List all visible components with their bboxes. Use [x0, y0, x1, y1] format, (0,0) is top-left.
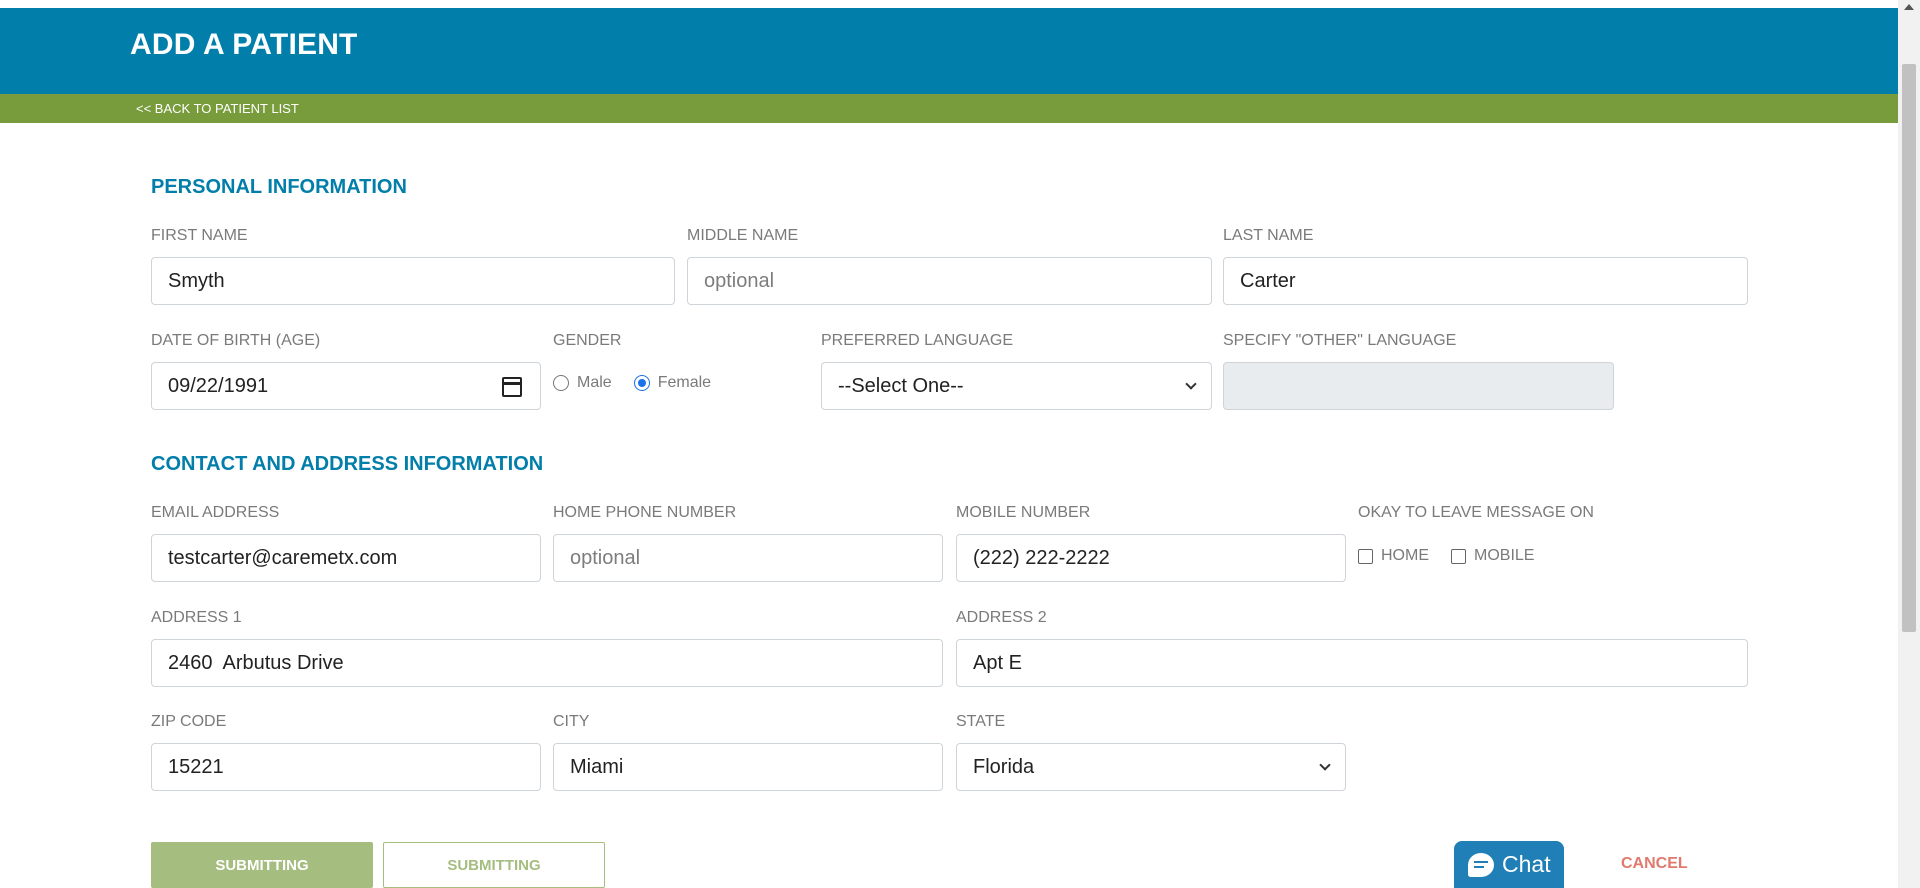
- scrollbar-thumb[interactable]: [1902, 64, 1916, 632]
- first-name-input[interactable]: Smyth: [151, 257, 675, 305]
- gender-radio-group: Male Female: [553, 374, 725, 392]
- leave-message-home-label[interactable]: HOME: [1381, 547, 1429, 565]
- city-label: CITY: [553, 713, 590, 730]
- address1-value: 2460 Arbutus Drive: [168, 651, 344, 674]
- address2-label: ADDRESS 2: [956, 609, 1047, 626]
- chevron-down-icon: [1319, 759, 1331, 771]
- leave-message-mobile-label[interactable]: MOBILE: [1474, 547, 1534, 565]
- contact-address-heading: CONTACT AND ADDRESS INFORMATION: [151, 453, 544, 475]
- email-input[interactable]: testcarter@caremetx.com: [151, 534, 541, 582]
- leave-message-home-checkbox[interactable]: [1358, 548, 1373, 564]
- calendar-icon[interactable]: [502, 377, 522, 397]
- other-language-label: SPECIFY "OTHER" LANGUAGE: [1223, 332, 1457, 349]
- chat-label: Chat: [1502, 851, 1551, 877]
- gender-female-radio[interactable]: [633, 375, 650, 391]
- top-gap: [0, 0, 1898, 8]
- submit-button[interactable]: SUBMITTING: [151, 842, 373, 888]
- sub-navigation-bar: << BACK TO PATIENT LIST: [0, 94, 1898, 123]
- preferred-language-value: --Select One--: [838, 374, 964, 397]
- middle-name-label: MIDDLE NAME: [687, 227, 799, 244]
- leave-message-options: HOME MOBILE: [1358, 547, 1548, 565]
- address2-value: Apt E: [973, 651, 1022, 674]
- personal-information-heading: PERSONAL INFORMATION: [151, 176, 407, 198]
- gender-label: GENDER: [553, 332, 622, 349]
- last-name-input[interactable]: Carter: [1223, 257, 1748, 305]
- gender-female-label[interactable]: Female: [658, 374, 711, 392]
- zip-code-input[interactable]: 15221: [151, 743, 541, 791]
- state-value: Florida: [973, 755, 1035, 778]
- home-phone-input[interactable]: optional: [553, 534, 943, 582]
- leave-message-label: OKAY TO LEAVE MESSAGE ON: [1358, 504, 1594, 521]
- back-to-patient-list-link[interactable]: << BACK TO PATIENT LIST: [136, 101, 299, 116]
- email-label: EMAIL ADDRESS: [151, 504, 280, 521]
- preferred-language-select[interactable]: --Select One--: [821, 362, 1212, 410]
- other-language-input: [1223, 362, 1614, 410]
- home-phone-placeholder: optional: [570, 546, 641, 569]
- leave-message-mobile-checkbox[interactable]: [1451, 548, 1466, 564]
- gender-male-label[interactable]: Male: [577, 374, 612, 392]
- page-header: ADD A PATIENT: [0, 8, 1898, 94]
- address2-input[interactable]: Apt E: [956, 639, 1748, 687]
- date-of-birth-input[interactable]: 09/22/1991: [151, 362, 541, 410]
- city-input[interactable]: Miami: [553, 743, 943, 791]
- city-value: Miami: [570, 755, 624, 778]
- chevron-down-icon: [1185, 378, 1197, 390]
- zip-code-value: 15221: [168, 755, 224, 778]
- page-title: ADD A PATIENT: [130, 28, 358, 61]
- middle-name-placeholder: optional: [704, 269, 775, 292]
- chat-button[interactable]: Chat: [1454, 841, 1564, 888]
- state-select[interactable]: Florida: [956, 743, 1346, 791]
- middle-name-input[interactable]: optional: [687, 257, 1212, 305]
- email-value: testcarter@caremetx.com: [168, 546, 398, 569]
- address1-input[interactable]: 2460 Arbutus Drive: [151, 639, 943, 687]
- zip-code-label: ZIP CODE: [151, 713, 227, 730]
- mobile-number-value: (222) 222-2222: [973, 546, 1110, 569]
- first-name-label: FIRST NAME: [151, 227, 248, 244]
- address1-label: ADDRESS 1: [151, 609, 242, 626]
- first-name-value: Smyth: [168, 269, 225, 292]
- secondary-submit-button[interactable]: SUBMITTING: [383, 842, 605, 888]
- mobile-number-input[interactable]: (222) 222-2222: [956, 534, 1346, 582]
- last-name-label: LAST NAME: [1223, 227, 1314, 244]
- vertical-scrollbar[interactable]: [1898, 0, 1920, 888]
- preferred-language-label: PREFERRED LANGUAGE: [821, 332, 1014, 349]
- mobile-number-label: MOBILE NUMBER: [956, 504, 1091, 521]
- date-of-birth-label: DATE OF BIRTH (AGE): [151, 332, 321, 349]
- chat-bubble-icon: [1468, 852, 1494, 877]
- home-phone-label: HOME PHONE NUMBER: [553, 504, 737, 521]
- gender-male-radio[interactable]: [553, 375, 569, 391]
- state-label: STATE: [956, 713, 1006, 730]
- date-of-birth-value: 09/22/1991: [168, 374, 269, 397]
- cancel-link[interactable]: CANCEL: [1621, 855, 1688, 873]
- scroll-up-arrow-icon[interactable]: [1904, 4, 1914, 10]
- last-name-value: Carter: [1240, 269, 1296, 292]
